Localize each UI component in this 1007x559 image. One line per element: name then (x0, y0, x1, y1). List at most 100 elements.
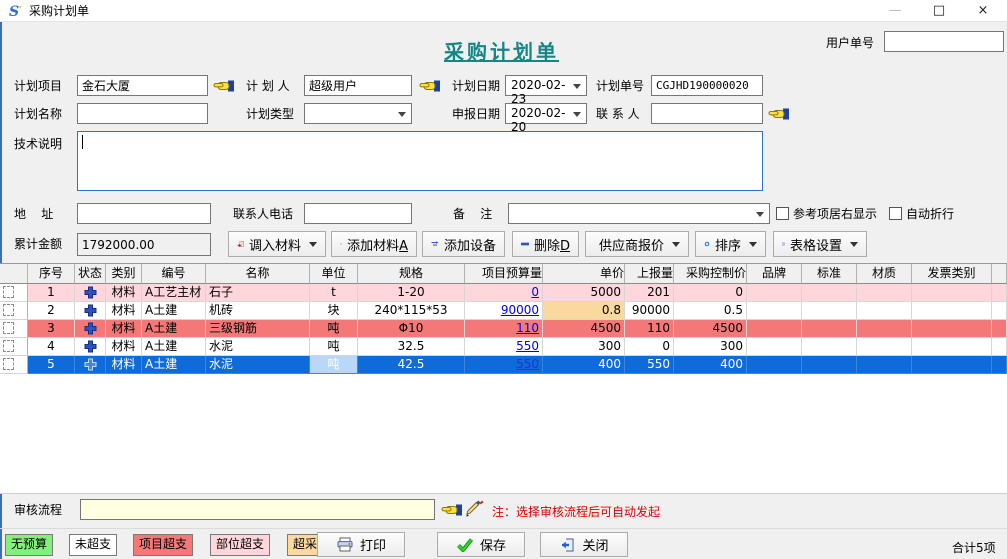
row-selector[interactable] (0, 356, 28, 374)
cell-std[interactable] (802, 284, 857, 302)
cell-name[interactable]: 水泥 (206, 338, 310, 356)
table-row[interactable]: 3材料A土建三级钢筋吨Φ1011045001104500 (0, 320, 1007, 338)
cell-seq[interactable]: 4 (28, 338, 75, 356)
user-no-input[interactable] (884, 31, 1004, 52)
cell-unit[interactable]: 吨 (310, 320, 358, 338)
cell-cat[interactable]: 材料 (106, 356, 142, 374)
budget-link[interactable]: 550 (516, 357, 539, 371)
cell-status[interactable] (75, 356, 106, 374)
table-row[interactable]: 1材料A工艺主材石子t1-20050002010 (0, 284, 1007, 302)
cell-budget[interactable]: 550 (465, 356, 543, 374)
cell-report[interactable]: 0 (625, 338, 674, 356)
cell-cat[interactable]: 材料 (106, 338, 142, 356)
cell-std[interactable] (802, 320, 857, 338)
plan-name-input[interactable] (77, 103, 208, 124)
row-selector[interactable] (0, 338, 28, 356)
cell-code[interactable]: A土建 (142, 356, 206, 374)
budget-link[interactable]: 110 (516, 321, 539, 335)
supplier-quote-button[interactable]: 供应商报价 (585, 231, 689, 257)
remark-select[interactable] (508, 203, 770, 224)
save-button[interactable]: 保存 (437, 532, 525, 557)
column-header-status[interactable]: 状态 (75, 264, 106, 284)
print-button[interactable]: 打印 (317, 532, 405, 557)
column-header-invoice[interactable]: 发票类别 (912, 264, 992, 284)
cell-code[interactable]: A工艺主材 (142, 284, 206, 302)
cell-mat[interactable] (857, 356, 912, 374)
cell-seq[interactable]: 1 (28, 284, 75, 302)
declare-date-select[interactable]: 2020-02-20 (505, 103, 587, 124)
table-settings-button[interactable]: 表格设置 (773, 231, 867, 257)
cell-seq[interactable]: 2 (28, 302, 75, 320)
cell-code[interactable]: A土建 (142, 302, 206, 320)
cell-spec[interactable]: 42.5 (358, 356, 465, 374)
cell-report[interactable]: 110 (625, 320, 674, 338)
cell-status[interactable] (75, 302, 106, 320)
cell-unit[interactable]: t (310, 284, 358, 302)
cell-brand[interactable] (747, 284, 802, 302)
cell-cat[interactable]: 材料 (106, 302, 142, 320)
column-header-seq[interactable]: 序号 (28, 264, 75, 284)
column-header-budget[interactable]: 项目预算量 (465, 264, 543, 284)
column-header-report[interactable]: 上报量 (625, 264, 674, 284)
column-header-code[interactable]: 编号 (142, 264, 206, 284)
table-row[interactable]: 5材料A土建水泥吨42.5550400550400 (0, 356, 1007, 374)
cell-invoice[interactable] (912, 302, 992, 320)
column-header-mat[interactable]: 材质 (857, 264, 912, 284)
cell-std[interactable] (802, 356, 857, 374)
budget-link[interactable]: 90000 (501, 303, 539, 317)
review-picker-hand-icon[interactable] (441, 502, 463, 518)
cell-spec[interactable]: 240*115*53 (358, 302, 465, 320)
cell-status[interactable] (75, 338, 106, 356)
cell-unit[interactable]: 吨 (310, 338, 358, 356)
cell-invoice[interactable] (912, 356, 992, 374)
cell-price[interactable]: 400 (543, 356, 625, 374)
plan-project-input[interactable] (77, 75, 208, 96)
cell-budget[interactable]: 90000 (465, 302, 543, 320)
cell-ctrl[interactable]: 400 (674, 356, 747, 374)
cell-brand[interactable] (747, 338, 802, 356)
table-row[interactable]: 2材料A土建机砖块240*115*53900000.8900000.5 (0, 302, 1007, 320)
delete-button[interactable]: 删除D (512, 231, 579, 257)
add-equipment-button[interactable]: 添加设备 (422, 231, 505, 257)
budget-link[interactable]: 0 (531, 285, 539, 299)
contact-picker-hand-icon[interactable] (768, 106, 790, 122)
cell-price[interactable]: 0.8 (543, 302, 625, 320)
import-material-button[interactable]: 调入材料 (228, 231, 326, 257)
cell-mat[interactable] (857, 338, 912, 356)
budget-link[interactable]: 550 (516, 339, 539, 353)
column-header-price[interactable]: 单价 (543, 264, 625, 284)
cell-ctrl[interactable]: 300 (674, 338, 747, 356)
minimize-button[interactable]: — (873, 0, 917, 22)
cell-budget[interactable]: 0 (465, 284, 543, 302)
cell-code[interactable]: A土建 (142, 320, 206, 338)
cell-mat[interactable] (857, 284, 912, 302)
table-row[interactable]: 4材料A土建水泥吨32.55503000300 (0, 338, 1007, 356)
cell-budget[interactable]: 110 (465, 320, 543, 338)
cell-seq[interactable]: 5 (28, 356, 75, 374)
cell-unit[interactable]: 吨 (310, 356, 358, 374)
review-flow-input[interactable] (80, 499, 435, 520)
column-header-spec[interactable]: 规格 (358, 264, 465, 284)
cell-price[interactable]: 300 (543, 338, 625, 356)
auto-wrap-checkbox[interactable] (889, 207, 902, 220)
planner-input[interactable] (304, 75, 412, 96)
ref-right-checkbox[interactable] (776, 207, 789, 220)
cell-brand[interactable] (747, 356, 802, 374)
cell-ctrl[interactable]: 4500 (674, 320, 747, 338)
cell-spec[interactable]: 32.5 (358, 338, 465, 356)
cell-price[interactable]: 4500 (543, 320, 625, 338)
add-material-button[interactable]: 添加材料A (331, 231, 417, 257)
cell-name[interactable]: 三级钢筋 (206, 320, 310, 338)
row-selector[interactable] (0, 320, 28, 338)
cell-ctrl[interactable]: 0.5 (674, 302, 747, 320)
column-header-name[interactable]: 名称 (206, 264, 310, 284)
cell-report[interactable]: 550 (625, 356, 674, 374)
contact-input[interactable] (651, 103, 763, 124)
column-header-brand[interactable]: 品牌 (747, 264, 802, 284)
cell-name[interactable]: 机砖 (206, 302, 310, 320)
cell-unit[interactable]: 块 (310, 302, 358, 320)
cell-cat[interactable]: 材料 (106, 320, 142, 338)
cell-std[interactable] (802, 302, 857, 320)
cell-status[interactable] (75, 284, 106, 302)
cell-invoice[interactable] (912, 320, 992, 338)
